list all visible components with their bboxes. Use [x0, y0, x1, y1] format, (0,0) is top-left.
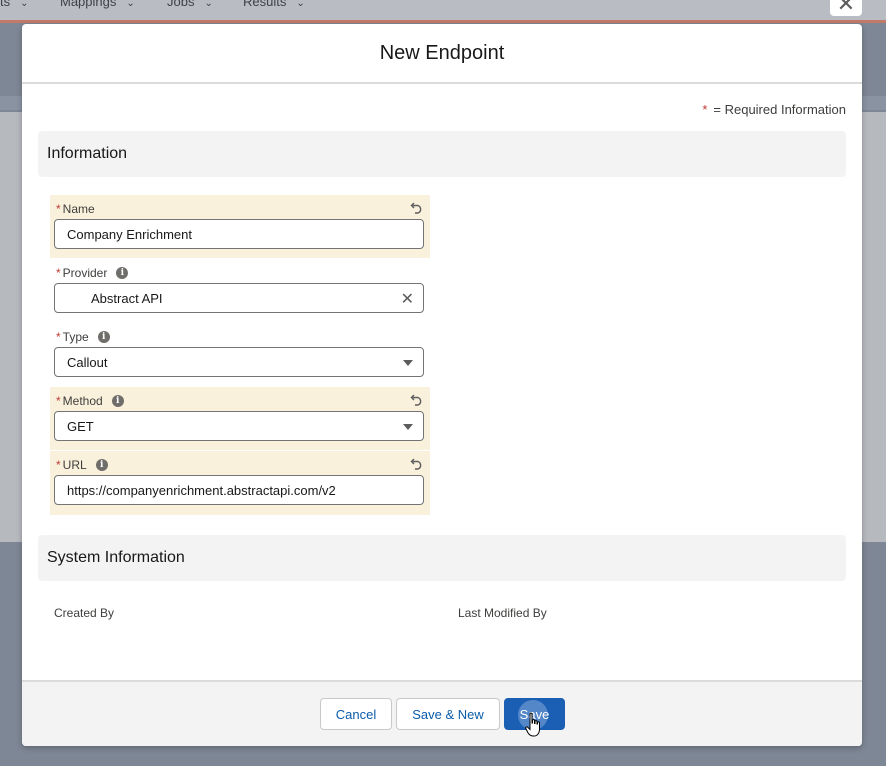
bg-panel-right [862, 112, 886, 542]
bg-panel-left [0, 112, 22, 542]
method-select[interactable]: GET [54, 411, 424, 441]
required-info-text: = Required Information [713, 102, 846, 117]
undo-icon[interactable] [410, 392, 424, 406]
bg-tab-jobs: Jobs ⌄ [167, 0, 213, 9]
type-select[interactable]: Callout [54, 347, 424, 377]
close-icon[interactable]: ✕ [830, 0, 862, 16]
info-icon[interactable]: i [97, 331, 110, 343]
url-input[interactable]: https://companyenrichment.abstractapi.co… [54, 475, 424, 505]
section-title: Information [47, 145, 128, 162]
new-endpoint-modal: New Endpoint * = Required Information Inf… [22, 24, 862, 746]
modal-title: New Endpoint [379, 41, 505, 64]
save-new-button[interactable]: Save & New [396, 698, 500, 730]
field-provider: * Provider i Abstract API ✕ [50, 259, 430, 322]
name-input[interactable]: Company Enrichment [54, 219, 424, 249]
last-modified-by-label: Last Modified By [458, 606, 547, 620]
field-label: * Provider i [56, 266, 129, 280]
field-name: * Name Company Enrichment [50, 195, 430, 258]
provider-lookup[interactable]: Abstract API ✕ [54, 283, 424, 313]
required-info: * = Required Information [702, 102, 846, 117]
bg-tab-mappings: Mappings ⌄ [60, 0, 135, 9]
info-icon[interactable]: i [95, 459, 108, 471]
chevron-down-icon: ⌄ [20, 0, 29, 9]
info-icon[interactable]: i [111, 395, 124, 407]
chevron-down-icon: ⌄ [296, 0, 305, 9]
required-star: * [702, 102, 708, 117]
caret-down-icon [403, 360, 413, 366]
cancel-button[interactable]: Cancel [320, 698, 392, 730]
created-by-label: Created By [54, 606, 115, 620]
bg-tab-results: Results ⌄ [243, 0, 305, 9]
hand-cursor-icon [525, 712, 540, 737]
undo-icon[interactable] [410, 456, 424, 470]
section-information[interactable]: Information [38, 131, 846, 177]
background-nav: ts ⌄ Mappings ⌄ Jobs ⌄ Results ⌄ [0, 0, 886, 23]
info-icon[interactable]: i [116, 267, 129, 279]
bg-tab-1: ts ⌄ [0, 0, 29, 9]
field-type: * Type i Callout [50, 323, 430, 386]
chevron-down-icon: ⌄ [204, 0, 213, 9]
field-method: * Method i GET [50, 387, 430, 450]
field-label: * Method i [56, 394, 124, 408]
clear-icon[interactable]: ✕ [401, 289, 414, 309]
field-url: * URL i https://companyenrichment.abstract… [50, 451, 430, 515]
modal-header: New Endpoint [22, 24, 862, 84]
modal-footer: Cancel Save & New Save [22, 680, 862, 746]
section-title: System Information [47, 549, 185, 566]
caret-down-icon [403, 424, 413, 430]
undo-icon[interactable] [410, 200, 424, 214]
field-label: * Type i [56, 330, 110, 344]
field-label: * Name [56, 202, 95, 216]
chevron-down-icon: ⌄ [126, 0, 135, 9]
section-system-information[interactable]: System Information [38, 535, 846, 581]
field-label: * URL i [56, 458, 108, 472]
